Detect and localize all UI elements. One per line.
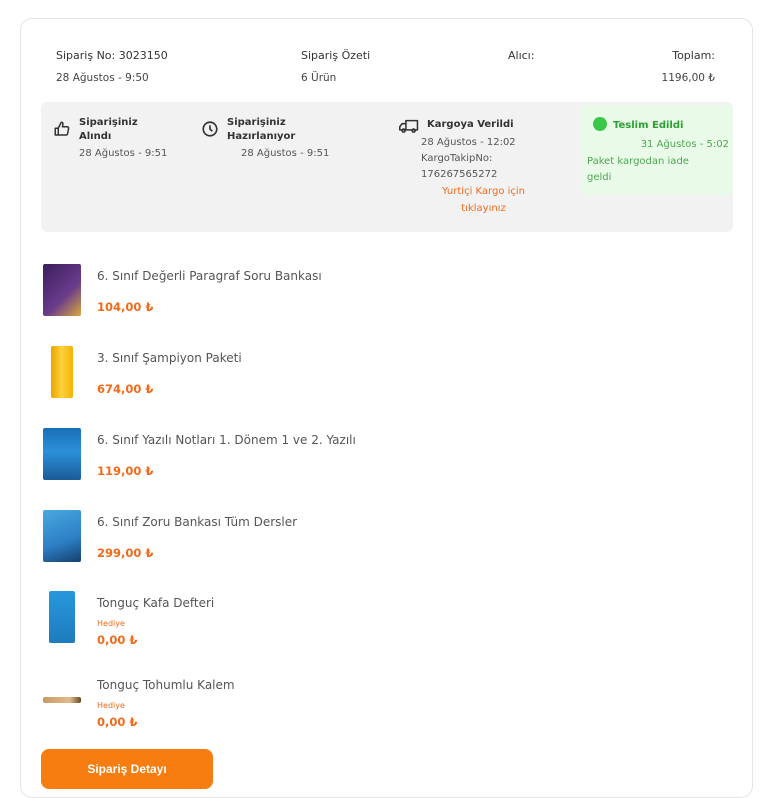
check-circle-icon xyxy=(593,117,607,131)
step-date: 28 Ağustos - 9:51 xyxy=(241,148,330,159)
step-title: Kargoya Verildi xyxy=(427,119,514,130)
list-item[interactable]: 3. Sınıf Şampiyon Paketi 674,00 ₺ xyxy=(41,346,731,406)
gift-label: Hediye xyxy=(97,701,125,710)
receiver-label: Alıcı: xyxy=(508,49,535,62)
product-price: 104,00 ₺ xyxy=(97,300,154,314)
product-price: 0,00 ₺ xyxy=(97,633,138,647)
list-item[interactable]: Tonguç Kafa Defteri Hediye 0,00 ₺ xyxy=(41,591,731,651)
list-item[interactable]: 6. Sınıf Yazılı Notları 1. Dönem 1 ve 2.… xyxy=(41,428,731,488)
total-block: Toplam: 1196,00 ₺ xyxy=(662,49,715,84)
product-price: 119,00 ₺ xyxy=(97,464,154,478)
delivery-note-line1: Paket kargodan iade xyxy=(587,156,689,167)
product-image xyxy=(43,697,81,703)
gift-label: Hediye xyxy=(97,619,125,628)
product-name[interactable]: 6. Sınıf Değerli Paragraf Soru Bankası xyxy=(97,269,322,283)
order-status-tracker: Siparişiniz Alındı 28 Ağustos - 9:51 Sip… xyxy=(41,102,733,232)
truck-icon xyxy=(399,118,419,137)
cargo-link[interactable]: Yurtiçi Kargo için xyxy=(421,183,546,200)
order-number: Sipariş No: 3023150 xyxy=(56,49,168,62)
order-summary-header: Sipariş No: 3023150 28 Ağustos - 9:50 Si… xyxy=(21,19,752,99)
product-image xyxy=(49,591,75,643)
cargo-link-2[interactable]: tıklayınız xyxy=(421,200,546,217)
order-summary-label: Sipariş Özeti xyxy=(301,49,371,62)
step-title-line2: Hazırlanıyor xyxy=(227,131,296,142)
product-image xyxy=(43,510,81,562)
product-image xyxy=(43,264,81,316)
product-image xyxy=(51,346,73,398)
list-item[interactable]: 6. Sınıf Değerli Paragraf Soru Bankası 1… xyxy=(41,264,731,324)
product-price: 674,00 ₺ xyxy=(97,382,154,396)
order-card: Sipariş No: 3023150 28 Ağustos - 9:50 Si… xyxy=(20,18,753,798)
total-label: Toplam: xyxy=(672,49,715,62)
order-summary-block: Sipariş Özeti 6 Ürün xyxy=(301,49,370,84)
product-name[interactable]: Tonguç Tohumlu Kalem xyxy=(97,678,235,692)
list-item[interactable]: Tonguç Tohumlu Kalem Hediye 0,00 ₺ xyxy=(41,673,731,733)
product-price: 299,00 ₺ xyxy=(97,546,154,560)
step-date: 28 Ağustos - 9:51 xyxy=(79,148,168,159)
thumbs-up-icon xyxy=(53,120,71,141)
step-date: 28 Ağustos - 12:02 xyxy=(421,137,516,148)
total-value: 1196,00 ₺ xyxy=(661,72,715,84)
step-title-line1: Siparişiniz xyxy=(79,117,138,128)
product-name[interactable]: 3. Sınıf Şampiyon Paketi xyxy=(97,351,242,365)
product-name[interactable]: 6. Sınıf Yazılı Notları 1. Dönem 1 ve 2.… xyxy=(97,433,356,447)
tracking-number[interactable]: 176267565272 xyxy=(421,167,546,183)
product-price: 0,00 ₺ xyxy=(97,715,138,729)
status-step-delivered: Teslim Edildi 31 Ağustos - 5:02 Paket ka… xyxy=(581,105,733,195)
order-date: 28 Ağustos - 9:50 xyxy=(56,72,149,84)
step-title-line2: Alındı xyxy=(79,131,112,142)
list-item[interactable]: 6. Sınıf Zoru Bankası Tüm Dersler 299,00… xyxy=(41,510,731,570)
clock-icon xyxy=(201,120,219,141)
product-name[interactable]: 6. Sınıf Zoru Bankası Tüm Dersler xyxy=(97,515,297,529)
product-name[interactable]: Tonguç Kafa Defteri xyxy=(97,596,214,610)
tracking-label: KargoTakipNo: xyxy=(421,153,493,164)
step-title: Teslim Edildi xyxy=(613,120,684,131)
order-number-block: Sipariş No: 3023150 28 Ağustos - 9:50 xyxy=(56,49,168,84)
delivery-note-line2: geldi xyxy=(587,172,612,183)
product-image xyxy=(43,428,81,480)
order-detail-button[interactable]: Sipariş Detayı xyxy=(41,749,213,789)
receiver-block: Alıcı: xyxy=(508,49,534,62)
order-item-count: 6 Ürün xyxy=(301,72,337,84)
step-date: 31 Ağustos - 5:02 xyxy=(640,139,729,150)
step-title-line1: Siparişiniz xyxy=(227,117,286,128)
